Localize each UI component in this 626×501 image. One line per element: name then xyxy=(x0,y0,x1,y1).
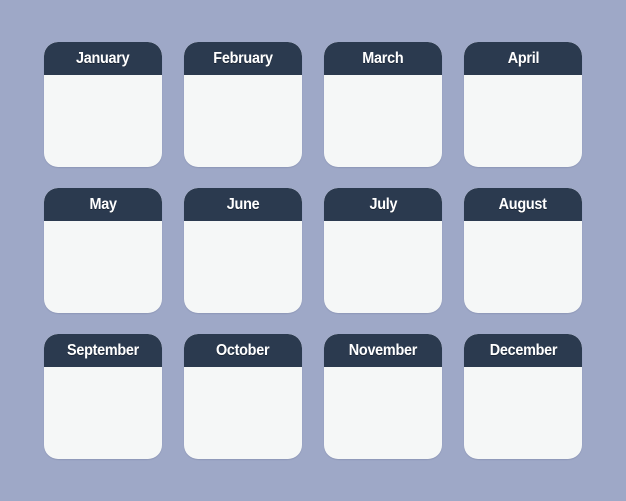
month-card-october: October xyxy=(184,334,302,459)
month-body xyxy=(184,221,302,313)
month-header: August xyxy=(464,188,582,221)
month-title: June xyxy=(226,195,260,213)
month-title: January xyxy=(76,49,130,67)
month-card-september: September xyxy=(44,334,162,459)
month-title: August xyxy=(499,195,547,213)
month-title: March xyxy=(362,49,404,67)
month-card-july: July xyxy=(324,188,442,313)
month-card-december: December xyxy=(464,334,582,459)
month-body xyxy=(44,221,162,313)
month-card-june: June xyxy=(184,188,302,313)
month-body xyxy=(324,75,442,167)
month-header: March xyxy=(324,42,442,75)
month-card-august: August xyxy=(464,188,582,313)
month-header: December xyxy=(464,334,582,367)
month-header: July xyxy=(324,188,442,221)
month-body xyxy=(44,75,162,167)
month-card-april: April xyxy=(464,42,582,167)
month-header: September xyxy=(44,334,162,367)
month-card-may: May xyxy=(44,188,162,313)
month-title: December xyxy=(489,341,557,359)
month-header: June xyxy=(184,188,302,221)
month-title: February xyxy=(213,49,273,67)
month-card-february: February xyxy=(184,42,302,167)
month-header: April xyxy=(464,42,582,75)
month-body xyxy=(324,221,442,313)
month-grid: January February March April May June Ju… xyxy=(44,42,582,459)
month-header: February xyxy=(184,42,302,75)
month-header: January xyxy=(44,42,162,75)
month-card-november: November xyxy=(324,334,442,459)
month-title: September xyxy=(67,341,139,359)
month-body xyxy=(464,75,582,167)
month-body xyxy=(464,221,582,313)
month-header: November xyxy=(324,334,442,367)
month-body xyxy=(184,367,302,459)
month-title: April xyxy=(507,49,539,67)
month-body xyxy=(184,75,302,167)
month-header: May xyxy=(44,188,162,221)
month-body xyxy=(324,367,442,459)
month-title: November xyxy=(348,341,418,359)
month-title: October xyxy=(216,341,270,359)
month-header: October xyxy=(184,334,302,367)
month-title: May xyxy=(89,195,117,213)
month-title: July xyxy=(369,195,397,213)
month-card-march: March xyxy=(324,42,442,167)
month-card-january: January xyxy=(44,42,162,167)
month-body xyxy=(464,367,582,459)
month-body xyxy=(44,367,162,459)
